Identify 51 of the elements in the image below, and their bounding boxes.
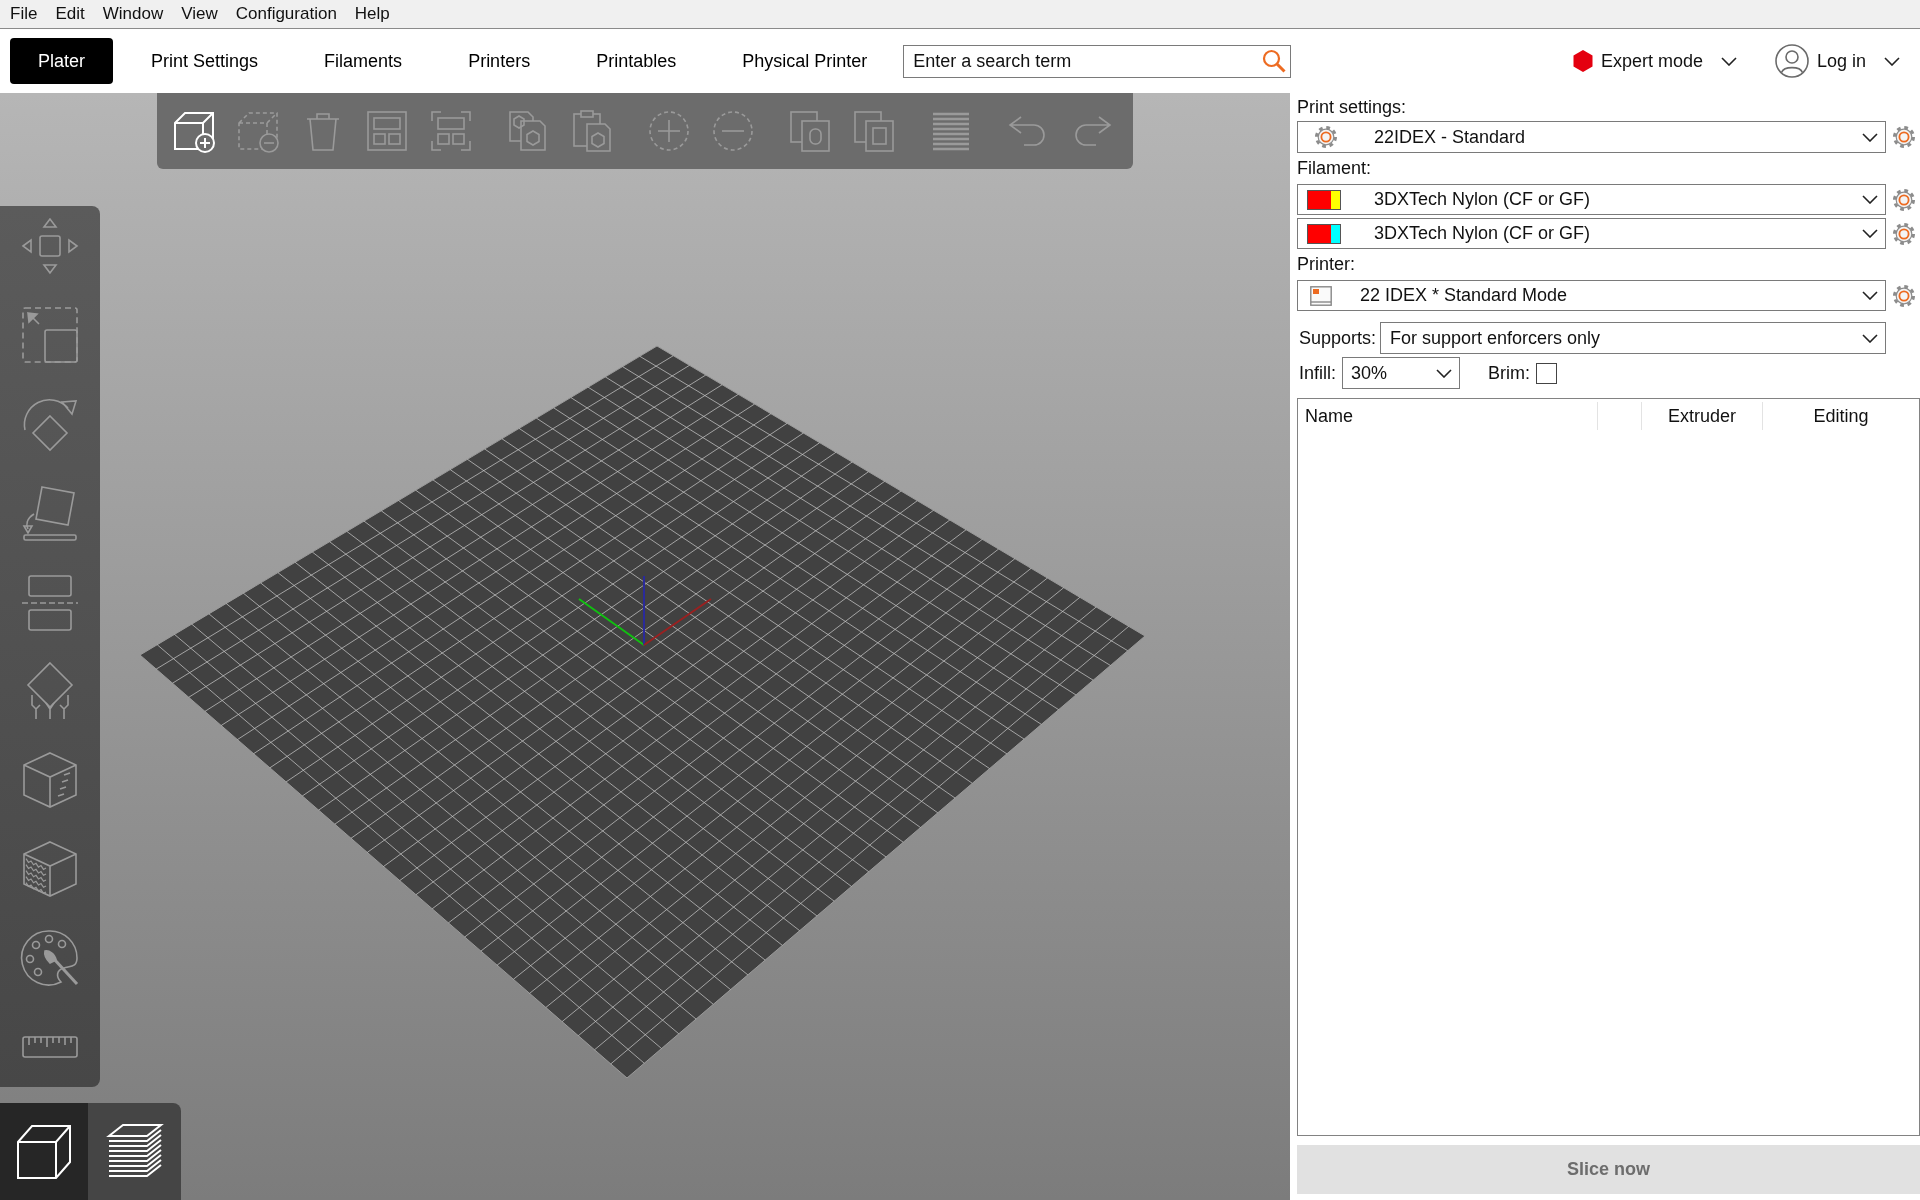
column-header[interactable]: Extruder [1642, 402, 1763, 430]
chevron-down-icon [1862, 291, 1878, 300]
supports-label: Supports: [1298, 326, 1377, 350]
filament-label: Filament: [1297, 157, 1372, 180]
chevron-down-icon [1720, 56, 1737, 66]
user-icon[interactable] [1774, 44, 1809, 78]
hexagon-icon [1572, 50, 1593, 72]
menu-item[interactable]: Window [93, 3, 173, 25]
settings-icon[interactable] [1892, 187, 1916, 212]
printer-label: Printer: [1297, 253, 1356, 276]
view-mode-button[interactable] [88, 1103, 181, 1200]
3d-viewport[interactable] [0, 93, 1290, 1200]
settings-icon[interactable] [1892, 221, 1916, 246]
tab[interactable]: Print Settings [123, 38, 287, 84]
menu-item[interactable]: Edit [46, 3, 94, 25]
infill-dropdown[interactable]: 30% [1342, 357, 1460, 389]
brim-checkbox[interactable] [1536, 362, 1557, 384]
search-icon[interactable] [1262, 48, 1287, 73]
chevron-down-icon [1862, 132, 1878, 142]
tab[interactable]: Physical Printer [714, 38, 896, 84]
infill-label: Infill: [1298, 361, 1336, 385]
printer-dropdown[interactable]: 22 IDEX * Standard Mode [1297, 280, 1886, 311]
menu-item[interactable]: Configuration [226, 3, 346, 25]
settings-icon[interactable] [1314, 125, 1338, 149]
login-link[interactable]: Log in [1816, 47, 1866, 75]
brim-label: Brim: [1488, 361, 1530, 385]
menu-item[interactable]: File [1, 3, 47, 25]
tab[interactable]: Filaments [296, 38, 431, 84]
menu-item[interactable]: Help [345, 3, 399, 25]
printer-icon [1310, 285, 1332, 306]
settings-icon[interactable] [1892, 283, 1916, 308]
column-header[interactable]: Editing [1763, 402, 1919, 430]
view-mode-button[interactable] [0, 1103, 88, 1200]
tab[interactable]: Printers [440, 38, 559, 84]
supports-dropdown[interactable]: For support enforcers only [1380, 322, 1886, 354]
chevron-down-icon [1862, 333, 1878, 343]
print-settings-dropdown[interactable]: 22IDEX - Standard [1297, 121, 1886, 153]
menu-item[interactable]: View [172, 3, 227, 25]
tab[interactable]: Plater [10, 38, 114, 84]
tab[interactable]: Printables [568, 38, 705, 84]
chevron-down-icon [1436, 368, 1452, 378]
chevron-down-icon [1862, 229, 1878, 238]
filament-dropdown[interactable]: 3DXTech Nylon (CF or GF) [1297, 218, 1886, 249]
settings-icon[interactable] [1892, 125, 1916, 149]
chevron-down-icon [1862, 195, 1878, 204]
mode-label[interactable]: Expert mode [1600, 47, 1703, 75]
print-settings-label: Print settings: [1297, 95, 1407, 119]
filament-dropdown[interactable]: 3DXTech Nylon (CF or GF) [1297, 184, 1886, 215]
column-header[interactable]: Name [1298, 402, 1598, 430]
chevron-down-icon [1884, 56, 1900, 66]
search-field[interactable]: Enter a search term [903, 44, 1292, 78]
